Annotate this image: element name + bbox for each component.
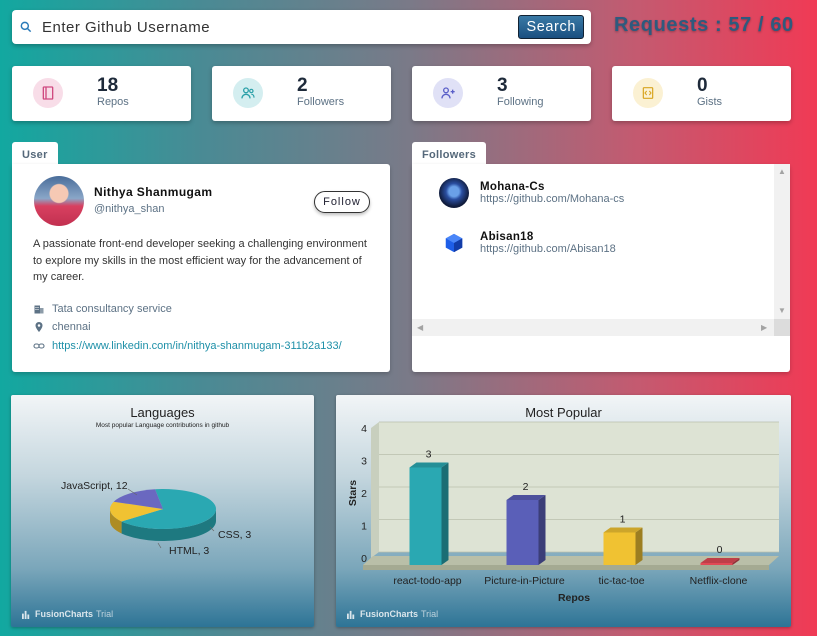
search-button[interactable]: Search	[518, 15, 584, 39]
book-icon	[33, 78, 63, 108]
search-bar: Search	[12, 10, 591, 44]
avatar	[34, 176, 84, 226]
bar-value-label: 2	[523, 481, 529, 493]
pie-data-label: CSS, 3	[218, 529, 251, 541]
fusioncharts-logo-icon	[22, 610, 30, 619]
follower-item[interactable]: Mohana-Cs https://github.com/Mohana-cs	[439, 178, 624, 208]
tab-followers: Followers	[412, 142, 487, 164]
follower-url[interactable]: https://github.com/Abisan18	[480, 243, 616, 255]
fusioncharts-watermark: FusionCharts Trial	[22, 609, 113, 619]
bar-Netflix-clone	[700, 563, 733, 565]
stat-label: Following	[497, 96, 544, 108]
building-icon	[34, 305, 44, 314]
scroll-right-icon[interactable]: ▶	[761, 323, 767, 332]
blog-row: https://www.linkedin.com/in/nithya-shanm…	[33, 340, 342, 352]
pie-chart: JavaScript, 12 CSS, 3 HTML, 3	[61, 480, 251, 557]
stat-card-followers: 2 Followers	[212, 66, 391, 121]
follower-item[interactable]: Abisan18 https://github.com/Abisan18	[439, 228, 616, 258]
scrollbar-corner	[774, 319, 790, 336]
y-tick-label: 4	[361, 423, 367, 435]
stat-value: 2	[297, 75, 308, 96]
stat-card-repos: 18 Repos	[12, 66, 191, 121]
users-icon	[233, 78, 263, 108]
most-popular-chart: Most Popular 0 1 2 3 4 3 react-todo-app 2 Pictur…	[336, 395, 791, 627]
vertical-scrollbar[interactable]: ▲ ▼	[774, 164, 790, 319]
horizontal-scrollbar[interactable]: ◀ ▶	[412, 319, 774, 336]
followers-card: Mohana-Cs https://github.com/Mohana-cs A…	[412, 164, 790, 372]
user-name: Nithya Shanmugam	[94, 185, 213, 199]
y-axis-label: Stars	[347, 480, 359, 506]
x-tick-label: tic-tac-toe	[598, 575, 644, 587]
follower-url[interactable]: https://github.com/Mohana-cs	[480, 193, 624, 205]
link-icon	[33, 343, 45, 349]
x-axis-label: Repos	[558, 592, 590, 604]
search-input[interactable]	[42, 15, 519, 39]
stat-label: Gists	[697, 96, 723, 108]
requests-counter: Requests : 57 / 60	[614, 14, 794, 36]
code-icon	[633, 78, 663, 108]
fusioncharts-watermark: FusionCharts Trial	[347, 609, 438, 619]
pie-data-label: JavaScript, 12	[61, 480, 128, 492]
stat-value: 3	[497, 75, 508, 96]
x-tick-label: Picture-in-Picture	[484, 575, 565, 587]
scroll-down-icon[interactable]: ▼	[778, 306, 786, 315]
stat-label: Repos	[97, 96, 129, 108]
bar-value-label: 0	[717, 544, 723, 556]
x-tick-label: react-todo-app	[393, 575, 461, 587]
bar-chart: 0 1 2 3 4 3 react-todo-app 2 Picture-in-Picture 1…	[347, 421, 779, 604]
bar-side	[441, 462, 449, 565]
user-bio: A passionate front-end developer seeking…	[33, 238, 367, 283]
bar-react-todo-app	[409, 467, 442, 565]
fusioncharts-logo-icon	[347, 610, 355, 619]
stat-value: 0	[697, 75, 708, 96]
pie-data-label: HTML, 3	[169, 545, 209, 557]
bar-value-label: 3	[426, 449, 432, 461]
plot-floor-edge	[363, 565, 769, 570]
bar-side	[538, 495, 546, 565]
plot-side-wall	[371, 422, 379, 558]
y-tick-label: 3	[361, 456, 367, 468]
pie-label-line	[157, 542, 162, 549]
tab-user: User	[12, 142, 58, 164]
user-card: Nithya Shanmugam @nithya_shan Follow A p…	[12, 164, 390, 372]
follower-login: Abisan18	[480, 231, 534, 243]
scroll-left-icon[interactable]: ◀	[417, 323, 423, 332]
bar-side	[635, 527, 643, 565]
location-row: chennai	[33, 321, 91, 333]
stat-value: 18	[97, 75, 119, 96]
user-company: Tata consultancy service	[52, 303, 172, 315]
follow-button[interactable]: Follow	[314, 191, 370, 213]
user-handle: @nithya_shan	[94, 203, 165, 215]
bar-Picture-in-Picture	[506, 500, 539, 565]
follower-login: Mohana-Cs	[480, 181, 545, 193]
stat-card-following: 3 Following	[412, 66, 591, 121]
search-icon	[20, 21, 32, 33]
company-row: Tata consultancy service	[33, 303, 172, 315]
follower-avatar	[439, 228, 469, 258]
follower-avatar	[439, 178, 469, 208]
y-tick-label: 1	[361, 521, 367, 533]
user-location: chennai	[52, 321, 91, 333]
user-blog-link[interactable]: https://www.linkedin.com/in/nithya-shanm…	[52, 340, 342, 352]
languages-chart: Languages Most popular Language contribu…	[11, 395, 314, 627]
user-plus-icon	[433, 78, 463, 108]
scroll-up-icon[interactable]: ▲	[778, 167, 786, 176]
bar-value-label: 1	[620, 514, 626, 526]
location-pin-icon	[35, 322, 43, 332]
stat-label: Followers	[297, 96, 345, 108]
x-tick-label: Netflix-clone	[690, 575, 748, 587]
stat-card-gists: 0 Gists	[612, 66, 791, 121]
y-tick-label: 2	[361, 488, 367, 500]
bar-tic-tac-toe	[603, 532, 636, 565]
